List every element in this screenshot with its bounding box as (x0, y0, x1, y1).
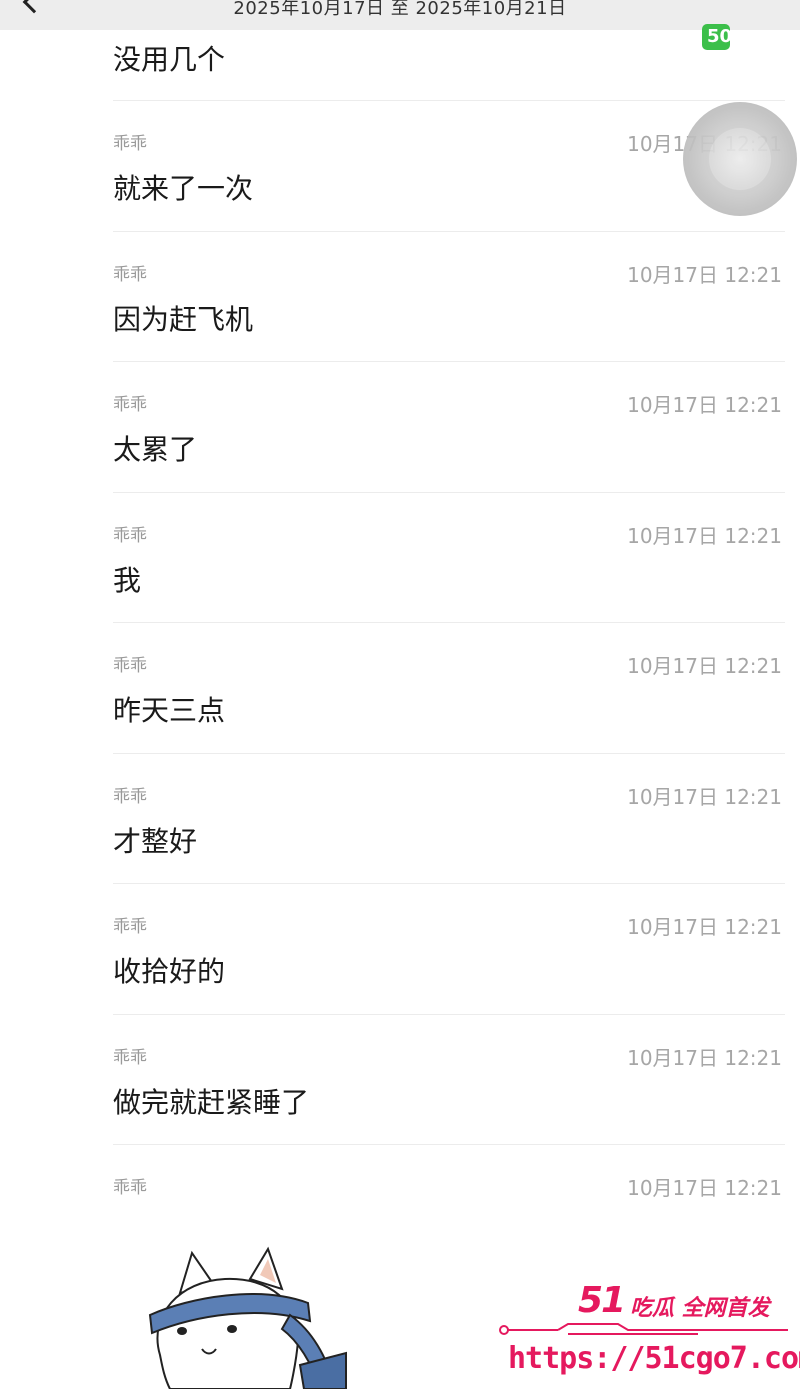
message-time: 10月17日 12:21 (627, 393, 782, 417)
message-sender: 乖乖 (113, 525, 147, 546)
message-time: 10月17日 12:21 (627, 915, 782, 939)
message-content: 没用几个 (113, 43, 226, 76)
date-range-title: 2025年10月17日 至 2025年10月21日 (233, 0, 567, 19)
message-item[interactable]: 乖乖 10月17日 12:21 收拾好的 (113, 884, 785, 1015)
message-sender: 乖乖 (113, 1178, 147, 1198)
message-sender: 乖乖 (113, 917, 147, 937)
message-sender: 乖乖 (113, 264, 147, 285)
watermark-divider (499, 1323, 788, 1335)
top-bar: 2025年10月17日 至 2025年10月21日 (0, 0, 800, 30)
message-time: 10月17日 12:21 (627, 523, 782, 548)
message-time: 10月17日 12:21 (627, 654, 782, 678)
message-item[interactable]: 乖乖 10月17日 12:21 太累了 (113, 362, 785, 493)
message-list: 乖乖 10月17日 12:21 就来了一次 乖乖 10月17日 12:21 因为… (0, 101, 800, 1276)
message-item[interactable]: 乖乖 10月17日 12:21 才整好 (113, 754, 785, 884)
cat-sticker-icon (148, 1246, 347, 1389)
watermark-url[interactable]: https://51cgo7.com (508, 1341, 800, 1376)
message-content: 做完就赶紧睡了 (113, 1085, 310, 1119)
message-sender: 乖乖 (113, 786, 147, 807)
message-item[interactable]: 乖乖 10月17日 12:21 做完就赶紧睡了 (113, 1015, 785, 1145)
message-sender: 乖乖 (113, 395, 147, 415)
message-content: 收拾好的 (113, 955, 226, 988)
watermark-brand: 51 (578, 1280, 626, 1321)
message-item[interactable]: 乖乖 10月17日 12:21 我 (113, 493, 785, 623)
count-badge: 50 (702, 24, 730, 50)
message-content: 昨天三点 (113, 694, 226, 727)
assistive-touch-button[interactable] (683, 102, 797, 216)
watermark-slogan: 吃瓜 全网首发 (630, 1296, 770, 1321)
message-sender: 乖乖 (113, 1047, 147, 1068)
message-content: 因为赶飞机 (113, 302, 254, 336)
message-time: 10月17日 12:21 (627, 1176, 782, 1200)
message-time: 10月17日 12:21 (627, 262, 782, 287)
message-content: 太累了 (113, 433, 198, 466)
message-item[interactable]: 乖乖 10月17日 12:21 因为赶飞机 (113, 232, 785, 362)
message-content: 我 (113, 563, 142, 597)
assistive-touch-icon (709, 128, 771, 190)
message-item[interactable]: 乖乖 10月17日 12:21 昨天三点 (113, 623, 785, 754)
message-content: 就来了一次 (113, 172, 254, 205)
message-time: 10月17日 12:21 (627, 784, 782, 809)
message-content: 才整好 (113, 824, 198, 858)
message-sender: 乖乖 (113, 656, 147, 676)
message-time: 10月17日 12:21 (627, 1045, 782, 1070)
message-sender: 乖乖 (113, 134, 147, 154)
